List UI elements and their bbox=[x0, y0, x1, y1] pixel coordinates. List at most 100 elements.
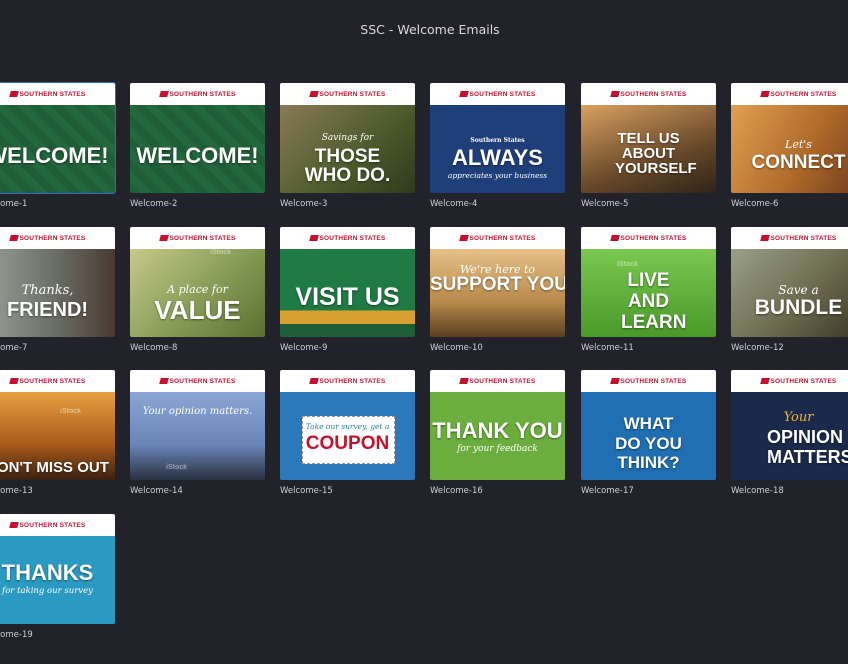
email-tile[interactable]: SOUTHERN STATES TELL US ABOUT YOURSELF W… bbox=[581, 83, 716, 209]
watermark: iStock bbox=[60, 408, 82, 415]
headline-script: for your feedback bbox=[457, 444, 538, 454]
headline: THOSE WHO DO. bbox=[304, 146, 391, 186]
logo-icon bbox=[609, 91, 620, 97]
headline-script: for taking our survey bbox=[2, 586, 93, 596]
email-tile[interactable]: SOUTHERN STATES Southern States ALWAYS a… bbox=[430, 83, 565, 209]
thumbnail[interactable]: SOUTHERN STATES WELCOME! bbox=[130, 83, 265, 193]
headline: OPINION MATTERS bbox=[767, 427, 848, 467]
headline-script: Take our survey, get a bbox=[305, 422, 390, 431]
email-tile[interactable]: SOUTHERN STATES iStock A place for VALUE… bbox=[130, 227, 265, 353]
email-tile[interactable]: SOUTHERN STATES Let's CONNECT Welcome-6 bbox=[731, 83, 848, 209]
email-tile[interactable]: SOUTHERN STATES WELCOME! Welcome-2 bbox=[130, 83, 265, 209]
brand-header: SOUTHERN STATES bbox=[731, 227, 848, 249]
headline: WELCOME! bbox=[0, 143, 109, 168]
email-tile[interactable]: SOUTHERN STATES THANKS for taking our su… bbox=[0, 514, 115, 640]
headline: ALWAYS bbox=[452, 145, 543, 170]
tile-label: Welcome-8 bbox=[130, 343, 178, 353]
thumbnail[interactable]: SOUTHERN STATES Your OPINION MATTERS bbox=[731, 370, 848, 480]
logo-icon bbox=[308, 378, 319, 384]
headline: THANK YOU bbox=[432, 418, 563, 443]
thumbnail[interactable]: SOUTHERN STATES Your opinion matters. iS… bbox=[130, 370, 265, 480]
email-grid: SOUTHERN STATES WELCOME! Welcome-1 SOUTH… bbox=[0, 0, 848, 664]
tile-label: Welcome-12 bbox=[731, 343, 784, 353]
thumbnail[interactable]: SOUTHERN STATES Savings for THOSE WHO DO… bbox=[280, 83, 415, 193]
headline: DON'T MISS OUT bbox=[0, 459, 109, 476]
logo-icon bbox=[308, 91, 319, 97]
thumbnail[interactable]: SOUTHERN STATES iStock LIVE AND LEARN bbox=[581, 227, 716, 337]
thumbnail[interactable]: SOUTHERN STATES Take our survey, get a C… bbox=[280, 370, 415, 480]
logo-icon bbox=[8, 522, 19, 528]
logo-icon bbox=[158, 235, 169, 241]
tile-label: Welcome-10 bbox=[430, 343, 483, 353]
tile-label: Welcome-3 bbox=[280, 199, 328, 209]
tile-label: Welcome-5 bbox=[581, 199, 629, 209]
email-tile[interactable]: SOUTHERN STATES Thanks, FRIEND! Welcome-… bbox=[0, 227, 115, 353]
brand-header: SOUTHERN STATES bbox=[0, 227, 115, 249]
headline: WELCOME! bbox=[136, 143, 259, 168]
logo-icon bbox=[8, 378, 19, 384]
logo-icon bbox=[158, 91, 169, 97]
thumbnail[interactable]: SOUTHERN STATES THANK YOU for your feedb… bbox=[430, 370, 565, 480]
email-tile[interactable]: SOUTHERN STATES Take our survey, get a C… bbox=[280, 370, 415, 496]
thumbnail[interactable]: SOUTHERN STATES Thanks, FRIEND! bbox=[0, 227, 115, 337]
logo-icon bbox=[458, 91, 469, 97]
thumbnail[interactable]: SOUTHERN STATES iStock DON'T MISS OUT bbox=[0, 370, 115, 480]
email-tile[interactable]: SOUTHERN STATES WHAT DO YOU THINK? Welco… bbox=[581, 370, 716, 496]
email-tile[interactable]: SOUTHERN STATES Save a BUNDLE Welcome-12 bbox=[731, 227, 848, 353]
thumbnail[interactable]: SOUTHERN STATES We're here to SUPPORT YO… bbox=[430, 227, 565, 337]
thumbnail[interactable]: SOUTHERN STATES Save a BUNDLE bbox=[731, 227, 848, 337]
thumbnail[interactable]: SOUTHERN STATES VISIT US bbox=[280, 227, 415, 337]
thumbnail[interactable]: SOUTHERN STATES WHAT DO YOU THINK? bbox=[581, 370, 716, 480]
email-tile[interactable]: SOUTHERN STATES Your opinion matters. iS… bbox=[130, 370, 265, 496]
email-tile[interactable]: SOUTHERN STATES iStock DON'T MISS OUT We… bbox=[0, 370, 115, 496]
headline: BUNDLE bbox=[754, 296, 843, 319]
brand-header: SOUTHERN STATES bbox=[581, 370, 716, 392]
brand-header: SOUTHERN STATES bbox=[430, 83, 565, 105]
email-tile[interactable]: SOUTHERN STATES Savings for THOSE WHO DO… bbox=[280, 83, 415, 209]
logo-icon bbox=[759, 235, 770, 241]
tile-label: Welcome-16 bbox=[430, 486, 483, 496]
brand-header: SOUTHERN STATES bbox=[430, 370, 565, 392]
headline: CONNECT bbox=[751, 152, 846, 173]
headline: VISIT US bbox=[295, 283, 400, 311]
tile-label: Welcome-13 bbox=[0, 486, 33, 496]
email-tile[interactable]: SOUTHERN STATES iStock LIVE AND LEARN We… bbox=[581, 227, 716, 353]
watermark: iStock bbox=[617, 261, 639, 268]
tile-label: Welcome-1 bbox=[0, 199, 28, 209]
email-tile[interactable]: SOUTHERN STATES We're here to SUPPORT YO… bbox=[430, 227, 565, 353]
headline: TELL US ABOUT YOURSELF bbox=[615, 130, 697, 177]
brand-header: SOUTHERN STATES bbox=[731, 83, 848, 105]
headline: LIVE AND LEARN bbox=[621, 270, 687, 333]
headline: FRIEND! bbox=[6, 299, 89, 321]
brand-header: SOUTHERN STATES bbox=[731, 370, 848, 392]
thumbnail[interactable]: SOUTHERN STATES TELL US ABOUT YOURSELF bbox=[581, 83, 716, 193]
brand-header: SOUTHERN STATES bbox=[581, 83, 716, 105]
tile-label: Welcome-11 bbox=[581, 343, 634, 353]
thumbnail[interactable]: SOUTHERN STATES WELCOME! bbox=[0, 82, 116, 194]
logo-icon bbox=[308, 235, 319, 241]
watermark: iStock bbox=[166, 464, 188, 471]
thumbnail[interactable]: SOUTHERN STATES Southern States ALWAYS a… bbox=[430, 83, 565, 193]
thumbnail[interactable]: SOUTHERN STATES Let's CONNECT bbox=[731, 83, 848, 193]
email-tile[interactable]: SOUTHERN STATES Your OPINION MATTERS Wel… bbox=[731, 370, 848, 496]
brand-header: SOUTHERN STATES bbox=[130, 227, 265, 249]
email-tile[interactable]: SOUTHERN STATES THANK YOU for your feedb… bbox=[430, 370, 565, 496]
tile-label: Welcome-2 bbox=[130, 199, 178, 209]
headline-script: Thanks, bbox=[21, 283, 74, 298]
logo-icon bbox=[8, 91, 19, 97]
headline-script: appreciates your business bbox=[447, 171, 548, 180]
watermark: iStock bbox=[210, 249, 232, 256]
headline: COUPON bbox=[305, 433, 390, 454]
logo-icon bbox=[8, 235, 19, 241]
email-tile[interactable]: SOUTHERN STATES VISIT US Welcome-9 bbox=[280, 227, 415, 353]
thumbnail[interactable]: SOUTHERN STATES THANKS for taking our su… bbox=[0, 514, 115, 624]
headline-script: Save a bbox=[778, 283, 819, 297]
tile-label: Welcome-15 bbox=[280, 486, 333, 496]
tile-label: Welcome-4 bbox=[430, 199, 478, 209]
logo-icon bbox=[759, 91, 770, 97]
brand-header: SOUTHERN STATES bbox=[430, 227, 565, 249]
tile-label: Welcome-18 bbox=[731, 486, 784, 496]
thumbnail[interactable]: SOUTHERN STATES iStock A place for VALUE bbox=[130, 227, 265, 337]
logo-icon bbox=[458, 235, 469, 241]
email-tile[interactable]: SOUTHERN STATES WELCOME! Welcome-1 bbox=[0, 82, 116, 209]
